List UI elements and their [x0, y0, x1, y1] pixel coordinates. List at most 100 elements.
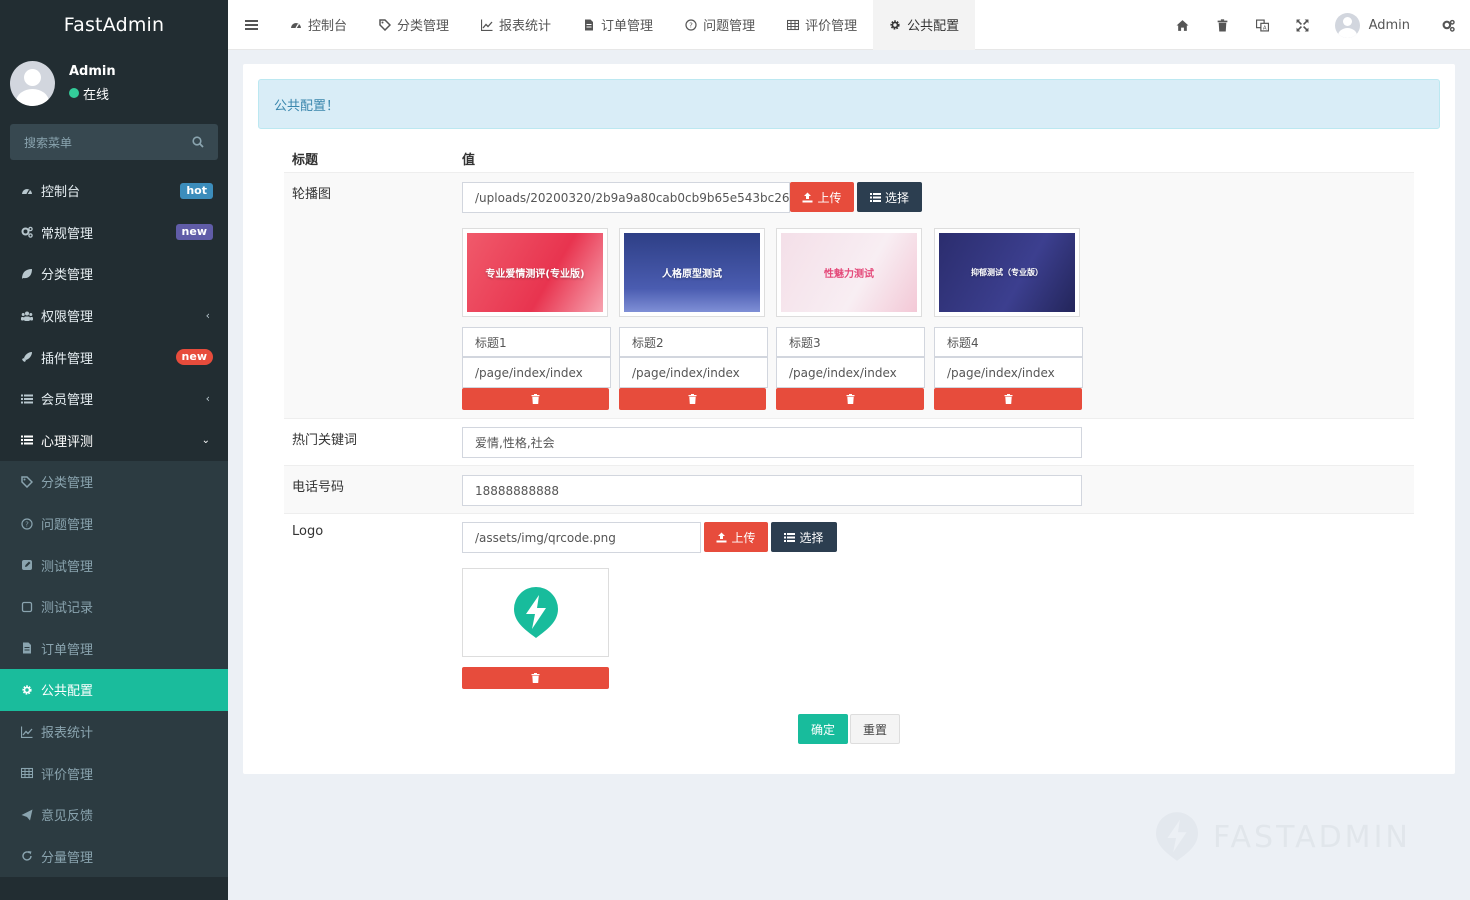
info-alert: 公共配置！ [258, 79, 1440, 129]
logo-label: Logo [292, 524, 324, 539]
sidebar-item-members[interactable]: 会员管理 ‹ [0, 378, 228, 420]
sidebar-item-reports[interactable]: 报表统计 [0, 710, 228, 753]
tab-reviews[interactable]: 评价管理 [771, 0, 873, 50]
carousel-delete-button[interactable] [462, 388, 609, 410]
tab-public-config[interactable]: 公共配置 [873, 0, 976, 50]
upload-icon [802, 192, 813, 202]
tab-dashboard[interactable]: 控制台 [274, 0, 363, 50]
sidebar-item-label: 问题管理 [41, 518, 94, 534]
logo-delete-button[interactable] [462, 667, 609, 689]
app-logo[interactable]: FastAdmin [0, 0, 228, 50]
carousel-url-input[interactable]: /page/index/index [619, 357, 768, 388]
carousel-path-input[interactable]: /uploads/20200320/2b9a9a80cab0cb9b65e543… [462, 182, 790, 213]
gear-icon [890, 19, 900, 30]
square-icon [20, 600, 34, 614]
sidebar-item-orders[interactable]: 订单管理 [0, 627, 228, 670]
submit-button[interactable]: 确定 [798, 714, 848, 744]
clear-cache-button[interactable] [1203, 0, 1243, 50]
keywords-input[interactable]: 爱情,性格,社会 [462, 427, 1082, 458]
sidebar-item-permission[interactable]: 权限管理 ‹ [0, 295, 228, 337]
list-icon [784, 532, 796, 542]
tab-label: 报表统计 [499, 19, 552, 34]
home-icon [1176, 19, 1189, 31]
carousel-upload-button[interactable]: 上传 [790, 182, 854, 212]
logo-upload-button[interactable]: 上传 [704, 522, 768, 552]
upload-icon [716, 532, 727, 542]
sidebar-item-test-records[interactable]: 测试记录 [0, 585, 228, 628]
tab-label: 分类管理 [397, 19, 450, 34]
logo-thumbnail[interactable] [462, 568, 609, 657]
logo-path-input[interactable]: /assets/img/qrcode.png [462, 522, 701, 553]
sidebar: FastAdmin Admin 在线 搜索菜单 控制台 hot 常规管理 new 分… [0, 0, 228, 900]
logo-row: Logo /assets/img/qrcode.png 上传 选择 [284, 514, 1414, 700]
carousel-url-input[interactable]: /page/index/index [462, 357, 611, 388]
language-button[interactable]: A [1243, 0, 1283, 50]
svg-text:A: A [1263, 25, 1267, 31]
sidebar-item-category[interactable]: 分类管理 [0, 253, 228, 295]
sidebar-toggle-button[interactable] [228, 0, 274, 50]
carousel-url-input[interactable]: /page/index/index [934, 357, 1083, 388]
reset-button[interactable]: 重置 [850, 714, 900, 744]
tag-icon [379, 18, 392, 31]
carousel-title-input[interactable]: 标题4 [934, 327, 1083, 357]
content-panel: 公共配置！ 标题 值 轮播图 /uploads/20200320/2b9a9a8… [243, 64, 1455, 774]
user-menu[interactable]: Admin [1323, 12, 1426, 38]
phone-input[interactable]: 18888888888 [462, 475, 1082, 506]
carousel-image: 人格原型测试 [624, 233, 760, 312]
carousel-select-button[interactable]: 选择 [857, 182, 922, 212]
tab-questions[interactable]: ? 问题管理 [669, 0, 771, 50]
tab-label: 问题管理 [703, 19, 756, 34]
carousel-url-input[interactable]: /page/index/index [776, 357, 925, 388]
sidebar-item-reviews[interactable]: 评价管理 [0, 752, 228, 794]
tab-reports[interactable]: 报表统计 [465, 0, 567, 50]
sidebar-item-share[interactable]: 分量管理 [0, 835, 228, 878]
user-name: Admin [69, 63, 116, 79]
upload-label: 上传 [817, 190, 842, 205]
carousel-delete-button[interactable] [776, 388, 924, 410]
sidebar-item-questions[interactable]: ? 问题管理 [0, 502, 228, 545]
carousel-delete-button[interactable] [934, 388, 1082, 410]
carousel-thumbnail[interactable]: 抑郁测试（专业版） [934, 228, 1080, 317]
sidebar-item-label: 心理评测 [41, 434, 94, 450]
top-navbar: 控制台 分类管理 报表统计 订单管理 ? 问题管理 评价管理 公共配置 A Adm… [228, 0, 1470, 50]
sidebar-item-psych-test[interactable]: 心理评测 ⌄ [0, 420, 228, 462]
edit-icon [20, 558, 34, 572]
search-icon[interactable] [192, 136, 204, 148]
tab-category[interactable]: 分类管理 [363, 0, 465, 50]
question-icon: ? [685, 18, 697, 31]
sidebar-item-plugins[interactable]: 插件管理 new [0, 336, 228, 378]
sidebar-item-public-config[interactable]: 公共配置 [0, 669, 228, 711]
menu-search-input[interactable]: 搜索菜单 [10, 124, 218, 160]
carousel-thumbnail[interactable]: 性魅力测试 [776, 228, 922, 317]
sidebar-item-sub-category[interactable]: 分类管理 [0, 461, 228, 503]
fullscreen-button[interactable] [1283, 0, 1323, 50]
phone-row: 电话号码 18888888888 [284, 466, 1414, 514]
leaf-icon [20, 267, 34, 281]
rocket-icon [20, 350, 34, 364]
carousel-title-input[interactable]: 标题3 [776, 327, 925, 357]
control-sidebar-button[interactable] [1426, 0, 1470, 50]
home-button[interactable] [1163, 0, 1203, 50]
online-dot-icon [69, 88, 79, 98]
carousel-title-input[interactable]: 标题2 [619, 327, 768, 357]
carousel-image-text: 专业爱情测评(专业版) [485, 269, 585, 280]
sidebar-item-dashboard[interactable]: 控制台 hot [0, 170, 228, 212]
sidebar-item-label: 常规管理 [41, 226, 94, 242]
column-title-header: 标题 [292, 153, 319, 168]
gear-icon [20, 683, 34, 697]
sidebar-item-general[interactable]: 常规管理 new [0, 212, 228, 254]
sidebar-item-tests[interactable]: 测试管理 [0, 544, 228, 586]
carousel-title-input[interactable]: 标题1 [462, 327, 611, 357]
logo-select-button[interactable]: 选择 [771, 522, 837, 552]
tab-orders[interactable]: 订单管理 [567, 0, 669, 50]
table-icon [787, 19, 800, 30]
dashboard-icon [20, 184, 34, 198]
upload-label: 上传 [731, 530, 756, 545]
carousel-thumbnail[interactable]: 人格原型测试 [619, 228, 765, 317]
sidebar-item-label: 意见反馈 [41, 809, 94, 825]
cogs-icon [1442, 19, 1455, 32]
carousel-thumbnail[interactable]: 专业爱情测评(专业版) [462, 228, 608, 317]
sidebar-item-feedback[interactable]: 意见反馈 [0, 793, 228, 836]
new-badge: new [175, 349, 213, 366]
carousel-delete-button[interactable] [619, 388, 766, 410]
